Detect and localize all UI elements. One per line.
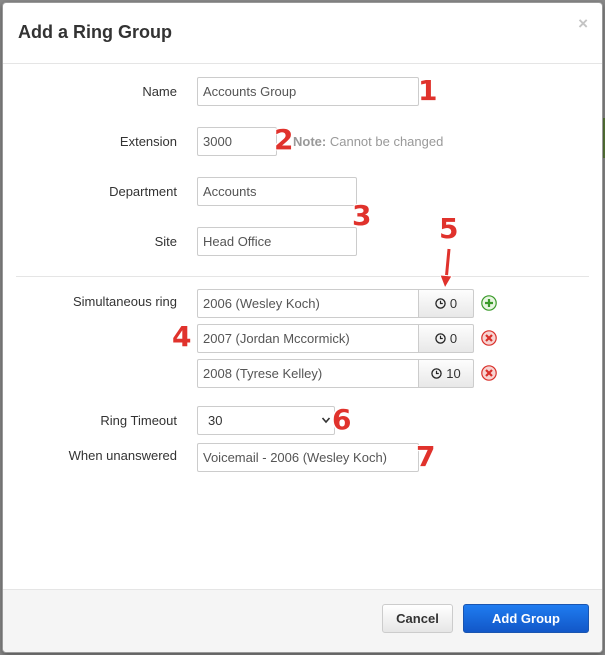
ring-delay-button[interactable]: 10 — [419, 359, 474, 388]
clock-icon — [431, 368, 442, 379]
ring-timeout-select[interactable]: 30 — [197, 406, 335, 435]
site-label: Site — [154, 234, 177, 249]
name-label: Name — [142, 84, 177, 99]
close-icon[interactable]: × — [578, 14, 588, 34]
annotation-6: 6 — [332, 403, 352, 436]
dialog-header: Add a Ring Group × — [3, 3, 602, 64]
ring-timeout-value: 30 — [208, 413, 223, 428]
add-ring-group-dialog: Add a Ring Group × Name Accounts Group 1… — [2, 2, 603, 653]
annotation-7: 7 — [416, 440, 436, 473]
name-input[interactable]: Accounts Group — [197, 77, 419, 106]
remove-icon[interactable] — [481, 365, 497, 381]
department-input[interactable]: Accounts — [197, 177, 357, 206]
extension-note: Note: Cannot be changed — [293, 134, 443, 149]
ring-delay-button[interactable]: 0 — [419, 324, 474, 353]
simultaneous-ring-label: Simultaneous ring — [72, 294, 177, 309]
when-unanswered-input[interactable]: Voicemail - 2006 (Wesley Koch) — [197, 443, 419, 472]
annotation-5: 5 — [439, 212, 459, 245]
annotation-arrow-icon — [439, 248, 453, 289]
annotation-3: 3 — [352, 199, 372, 232]
ring-delay-value: 0 — [449, 296, 458, 311]
cancel-button[interactable]: Cancel — [382, 604, 453, 633]
extension-input[interactable]: 3000 — [197, 127, 277, 156]
add-group-button[interactable]: Add Group — [463, 604, 589, 633]
dialog-title: Add a Ring Group — [18, 22, 172, 42]
ring-member-input[interactable]: 2006 (Wesley Koch) — [197, 289, 419, 318]
department-label: Department — [109, 184, 177, 199]
ring-member-input[interactable]: 2008 (Tyrese Kelley) — [197, 359, 419, 388]
ring-timeout-label: Ring Timeout — [100, 413, 177, 428]
ring-delay-button[interactable]: 0 — [419, 289, 474, 318]
add-icon[interactable] — [481, 295, 497, 311]
site-input[interactable]: Head Office — [197, 227, 357, 256]
clock-icon — [435, 298, 446, 309]
section-divider — [16, 276, 589, 277]
ring-delay-value: 10 — [446, 366, 461, 381]
clock-icon — [435, 333, 446, 344]
remove-icon[interactable] — [481, 330, 497, 346]
chevron-down-icon — [321, 417, 331, 424]
ring-member-input[interactable]: 2007 (Jordan Mccormick) — [197, 324, 419, 353]
dialog-footer: Cancel Add Group — [3, 589, 602, 652]
annotation-1: 1 — [418, 74, 438, 107]
ring-delay-value: 0 — [449, 331, 458, 346]
extension-label: Extension — [119, 134, 177, 149]
extension-note-bold: Note: — [293, 134, 327, 149]
when-unanswered-label: When unanswered — [68, 448, 177, 463]
annotation-2: 2 — [274, 123, 294, 156]
annotation-4: 4 — [172, 320, 192, 353]
extension-note-text: Cannot be changed — [329, 134, 444, 149]
